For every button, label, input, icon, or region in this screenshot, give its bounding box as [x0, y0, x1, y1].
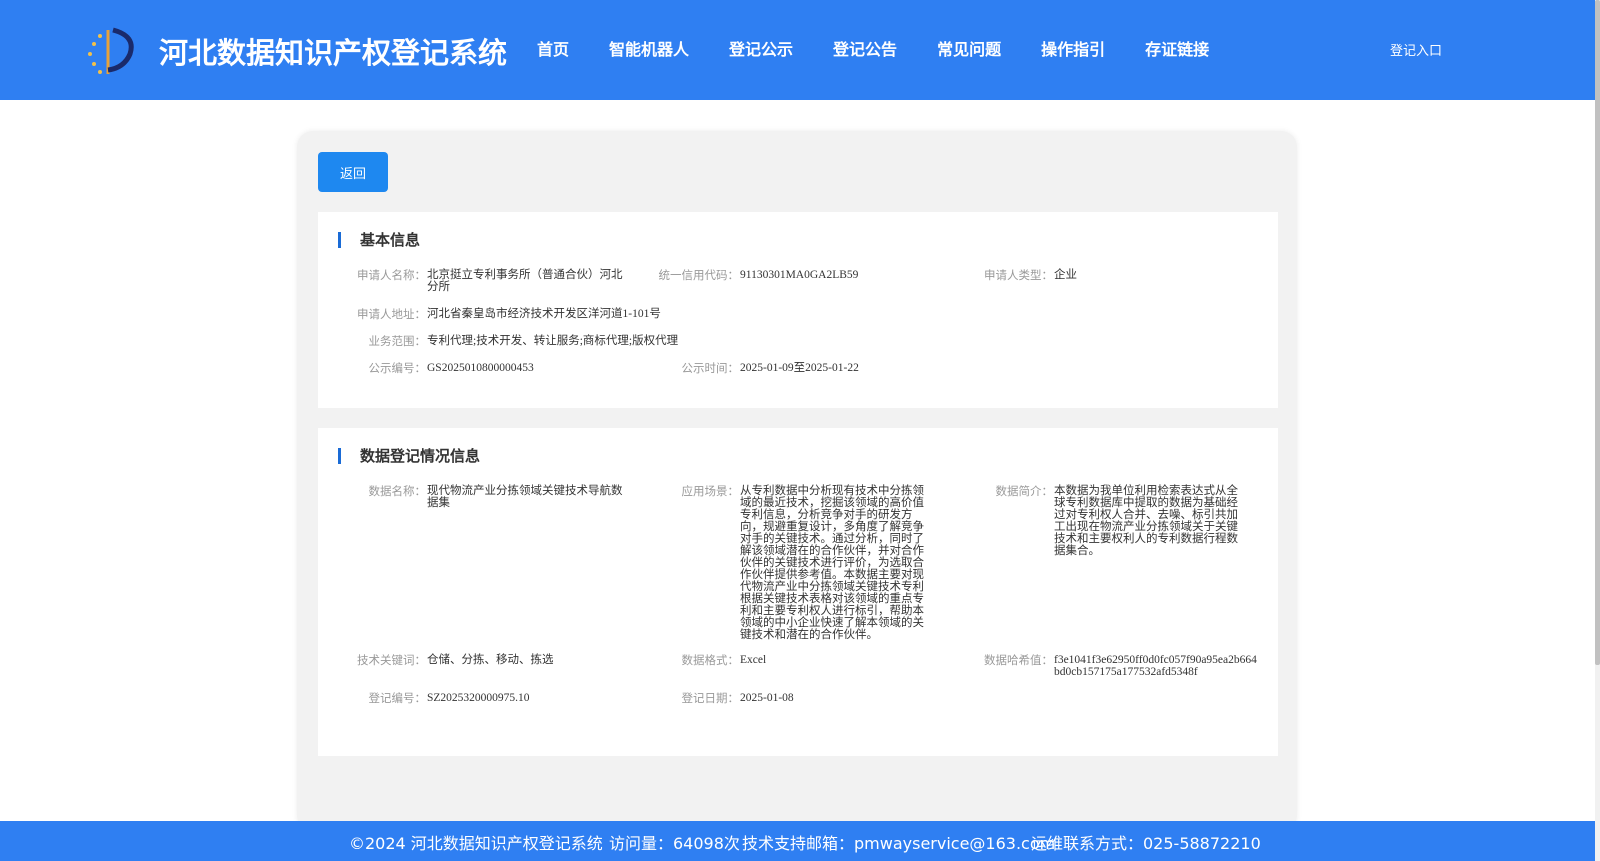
nav-robot[interactable]: 智能机器人	[609, 36, 689, 60]
scenario-label: 应用场景：	[681, 484, 740, 498]
section-title-basic: 基本信息	[360, 231, 421, 249]
nav-home[interactable]: 首页	[537, 36, 569, 60]
credit-code-label: 统一信用代码：	[658, 268, 740, 282]
nav-registration-announcement[interactable]: 登记公告	[833, 36, 897, 60]
notice-number-value: GS2025010800000453	[427, 362, 534, 374]
nav-evidence-link[interactable]: 存证链接	[1145, 36, 1209, 60]
footer-visits: 访问量：64098次	[609, 834, 740, 853]
applicant-type-label: 申请人类型：	[984, 268, 1053, 282]
footer: ©2024 河北数据知识产权登记系统 访问量：64098次 技术支持邮箱：pmw…	[0, 821, 1595, 861]
scrollbar-thumb[interactable]	[1595, 0, 1600, 665]
scope-value: 专利代理;技术开发、转让服务;商标代理;版权代理	[427, 335, 679, 347]
format-label: 数据格式：	[681, 653, 740, 667]
section-marker	[338, 232, 341, 248]
notice-number-label: 公示编号：	[368, 361, 427, 375]
nav-registration-notice[interactable]: 登记公示	[729, 36, 793, 60]
address-value: 河北省秦皇岛市经济技术开发区洋河道1-101号	[427, 308, 661, 320]
format-value: Excel	[740, 654, 767, 666]
registration-date-value: 2025-01-08	[740, 692, 794, 704]
keywords-label: 技术关键词：	[357, 653, 426, 667]
scenario-value: 从专利数据中分析现有技术中分拣领域的最近技术，挖掘该领域的高价值专利信息，分析竞…	[740, 485, 924, 641]
nav-guide[interactable]: 操作指引	[1041, 36, 1105, 60]
back-button[interactable]: 返回	[318, 152, 388, 192]
logo-icon	[88, 27, 134, 74]
footer-copyright: ©2024 河北数据知识产权登记系统	[349, 834, 603, 853]
notice-time-label: 公示时间：	[681, 361, 740, 375]
nav-faq[interactable]: 常见问题	[937, 36, 1001, 60]
hash-value: f3e1041f3e62950ff0d0fc057f90a95ea2b664bd…	[1054, 654, 1257, 678]
intro-value: 本数据为我单位利用检索表达式从全球专利数据库中提取的数据为基础经过对专利权人合并…	[1054, 485, 1238, 557]
site-title: 河北数据知识产权登记系统	[159, 36, 508, 70]
applicant-type-value: 企业	[1054, 269, 1077, 281]
intro-label: 数据简介：	[995, 484, 1054, 498]
section-marker	[338, 448, 341, 464]
keywords-value: 仓储、分拣、移动、拣选	[427, 654, 554, 666]
credit-code-value: 91130301MA0GA2LB59	[740, 269, 859, 281]
data-name-label: 数据名称：	[368, 484, 427, 498]
footer-email: 技术支持邮箱：pmwayservice@163.com	[742, 834, 1056, 853]
registration-number-value: SZ2025320000975.10	[427, 692, 530, 704]
scope-label: 业务范围：	[368, 334, 427, 348]
data-registration-card: 数据登记情况信息 数据名称： 现代物流产业分拣领域关键技术导航数据集 应用场景：…	[318, 428, 1278, 756]
applicant-name-value: 北京挺立专利事务所（普通合伙）河北分所	[427, 269, 623, 293]
applicant-name-label: 申请人名称：	[357, 268, 426, 282]
notice-time-value: 2025-01-09至2025-01-22	[740, 362, 859, 374]
registration-date-label: 登记日期：	[681, 691, 740, 705]
main-nav: 首页 智能机器人 登记公示 登记公告 常见问题 操作指引 存证链接	[537, 36, 1249, 60]
section-title-data: 数据登记情况信息	[360, 447, 481, 465]
data-name-value: 现代物流产业分拣领域关键技术导航数据集	[427, 485, 623, 509]
footer-phone: 运维联系方式：025-58872210	[1031, 834, 1261, 853]
basic-info-card: 基本信息 申请人名称： 北京挺立专利事务所（普通合伙）河北分所 统一信用代码： …	[318, 212, 1278, 408]
hash-label: 数据哈希值：	[984, 653, 1053, 667]
top-header: 河北数据知识产权登记系统 首页 智能机器人 登记公示 登记公告 常见问题 操作指…	[0, 0, 1595, 100]
address-label: 申请人地址：	[357, 307, 426, 321]
login-link[interactable]: 登记入口	[1390, 40, 1442, 59]
registration-number-label: 登记编号：	[368, 691, 427, 705]
